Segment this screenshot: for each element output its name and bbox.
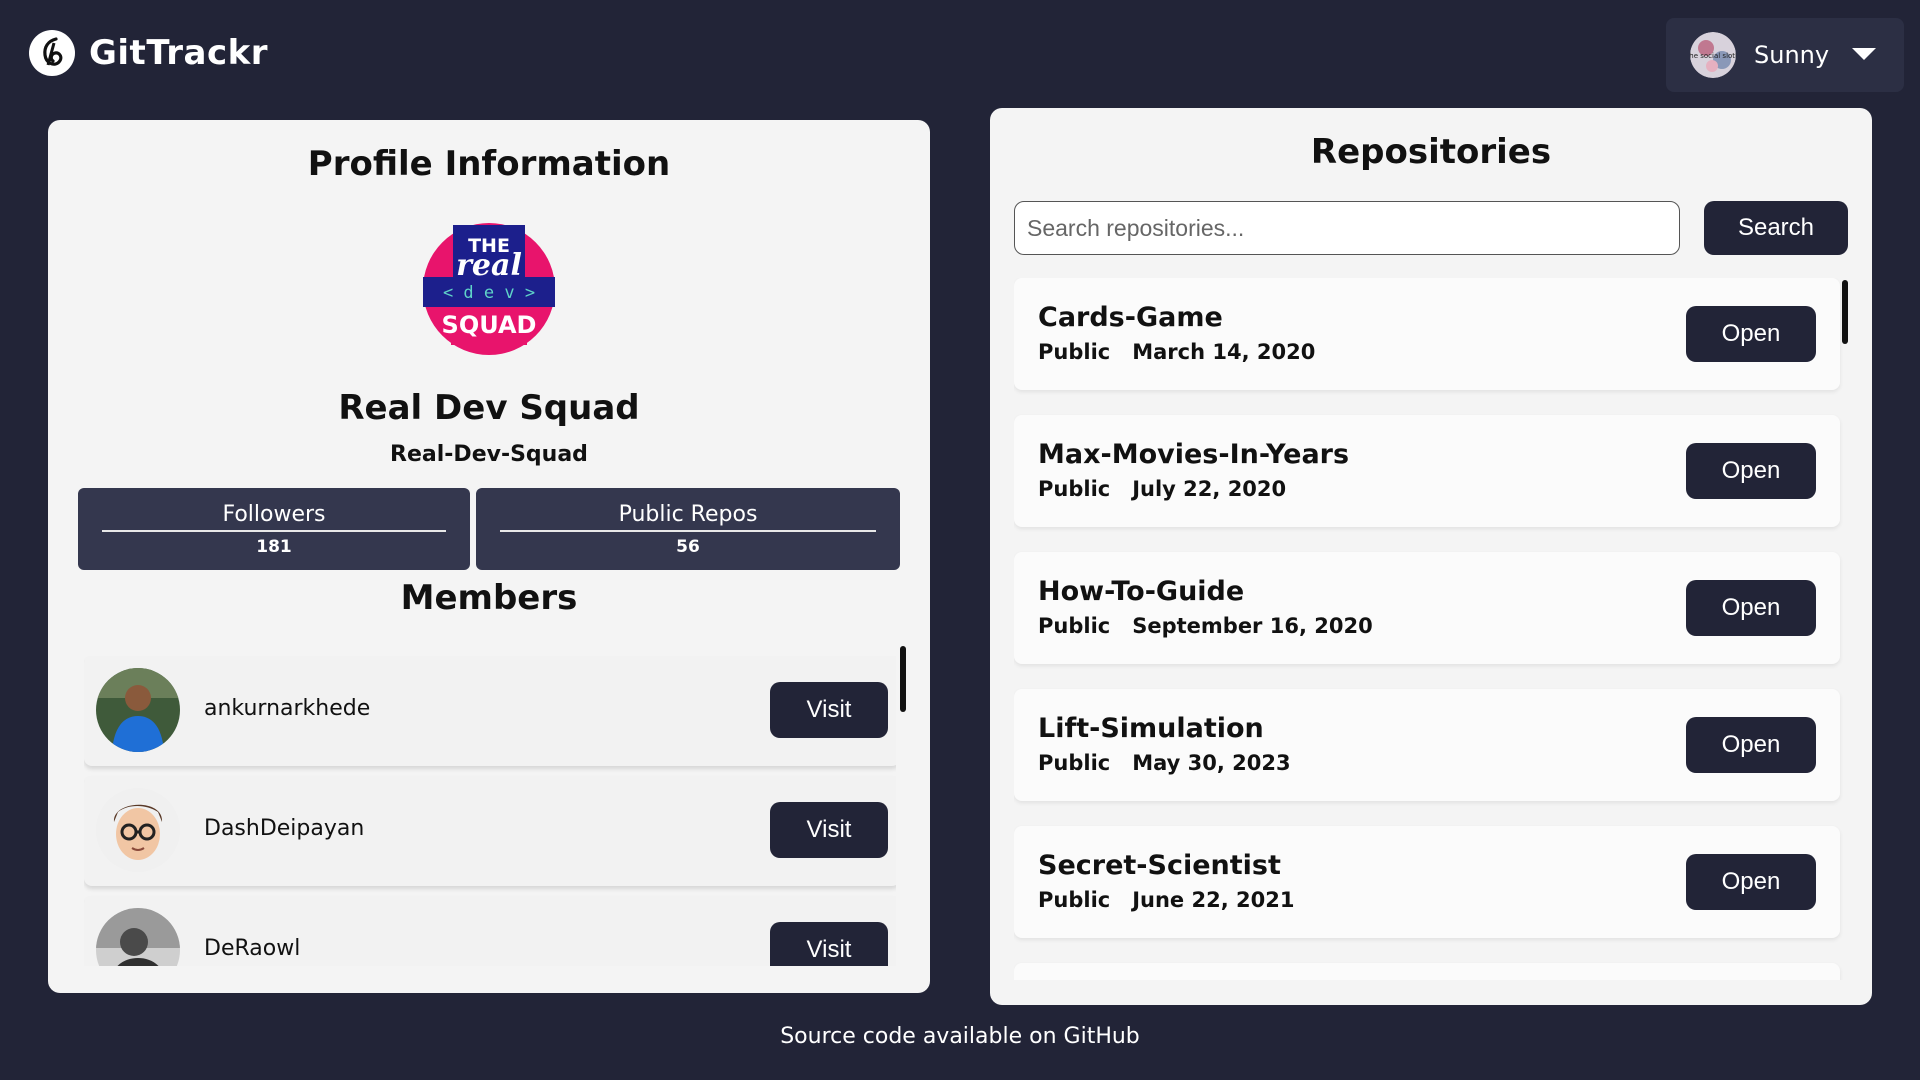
caret-down-icon[interactable] <box>1852 48 1876 60</box>
repo-visibility: Public <box>1038 751 1111 775</box>
footer-text: Source code available on <box>780 1024 1057 1049</box>
app-logo[interactable]: GitTrackr <box>29 30 268 76</box>
repo-name: How-To-Guide <box>1038 576 1245 607</box>
repo-card: Max-Movies-In-Years Public July 22, 2020 … <box>1014 415 1840 527</box>
repo-meta: Public September 16, 2020 <box>1038 614 1373 638</box>
repositories-title: Repositories <box>1310 132 1552 172</box>
members-list[interactable]: ankurnarkhede Visit DashDeipayan Visit D… <box>84 656 896 966</box>
user-name: Sunny <box>1754 41 1830 69</box>
repos-scrollbar[interactable] <box>1842 280 1848 344</box>
stat-divider <box>500 530 876 532</box>
svg-text:the social sloth: the social sloth <box>1690 52 1736 60</box>
open-button[interactable]: Open <box>1686 443 1816 499</box>
user-avatar: the social sloth <box>1690 32 1736 78</box>
followers-count: 181 <box>256 537 292 557</box>
repo-list[interactable]: Cards-Game Public March 14, 2020 Open Max… <box>1014 278 1848 980</box>
member-card: ankurnarkhede Visit <box>84 656 896 766</box>
member-avatar <box>96 788 180 872</box>
open-button[interactable]: Open <box>1686 580 1816 636</box>
visit-button[interactable]: Visit <box>770 682 888 738</box>
visit-button[interactable]: Visit <box>770 922 888 966</box>
svg-text:< d e v >: < d e v > <box>443 283 535 303</box>
repo-visibility: Public <box>1038 477 1111 501</box>
repositories-panel: Repositories Search Cards-Game Public Mar… <box>990 108 1872 1005</box>
members-title: Members <box>400 578 578 618</box>
repo-name: Cards-Game <box>1038 302 1223 333</box>
repo-visibility: Public <box>1038 340 1111 364</box>
org-login: Real-Dev-Squad <box>390 442 588 467</box>
org-logo: THE real < d e v > SQUAD <box>423 223 555 355</box>
repo-visibility: Public <box>1038 614 1111 638</box>
member-card: DeRaowl Visit <box>84 896 896 966</box>
svg-text:SQUAD: SQUAD <box>442 311 537 339</box>
repo-name: Secret-Scientist <box>1038 850 1281 881</box>
members-scrollbar[interactable] <box>900 646 906 712</box>
followers-label: Followers <box>222 502 326 527</box>
repo-name: Lift-Simulation <box>1038 713 1264 744</box>
public-repos-count: 56 <box>676 537 700 557</box>
member-name: DeRaowl <box>204 936 301 961</box>
member-name: ankurnarkhede <box>204 696 371 721</box>
github-link[interactable]: GitHub <box>1064 1024 1140 1049</box>
member-avatar <box>96 668 180 752</box>
visit-button[interactable]: Visit <box>770 802 888 858</box>
open-button[interactable]: Open <box>1686 306 1816 362</box>
app-name: GitTrackr <box>89 33 269 73</box>
open-button[interactable]: Open <box>1686 854 1816 910</box>
public-repos-label: Public Repos <box>618 502 758 527</box>
repo-card: Cards-Game Public March 14, 2020 Open <box>1014 278 1840 390</box>
github-icon <box>29 30 75 76</box>
repo-meta: Public May 30, 2023 <box>1038 751 1291 775</box>
member-card: DashDeipayan Visit <box>84 776 896 886</box>
member-name: DashDeipayan <box>204 816 365 841</box>
repo-meta: Public July 22, 2020 <box>1038 477 1286 501</box>
repo-date: March 14, 2020 <box>1132 340 1316 364</box>
org-name: Real Dev Squad <box>338 388 640 428</box>
repo-date: June 22, 2021 <box>1132 888 1295 912</box>
repo-search-input[interactable] <box>1014 201 1680 255</box>
footer: Source code available on GitHub <box>0 1024 1920 1049</box>
repo-card-partial <box>1014 963 1840 980</box>
repo-meta: Public June 22, 2021 <box>1038 888 1294 912</box>
repo-visibility: Public <box>1038 888 1111 912</box>
repo-date: July 22, 2020 <box>1132 477 1287 501</box>
open-button[interactable]: Open <box>1686 717 1816 773</box>
repo-date: September 16, 2020 <box>1132 614 1373 638</box>
followers-stat: Followers 181 <box>78 488 470 570</box>
repo-name: Max-Movies-In-Years <box>1038 439 1350 470</box>
svg-text:real: real <box>456 248 522 283</box>
member-avatar <box>96 908 180 966</box>
repo-card: How-To-Guide Public September 16, 2020 Op… <box>1014 552 1840 664</box>
public-repos-stat: Public Repos 56 <box>476 488 900 570</box>
repo-meta: Public March 14, 2020 <box>1038 340 1315 364</box>
profile-title: Profile Information <box>307 144 671 184</box>
search-button[interactable]: Search <box>1704 201 1848 255</box>
repo-card: Secret-Scientist Public June 22, 2021 Ope… <box>1014 826 1840 938</box>
repo-date: May 30, 2023 <box>1132 751 1291 775</box>
profile-panel: Profile Information THE real < d e v > S… <box>48 120 930 993</box>
repo-card: Lift-Simulation Public May 30, 2023 Open <box>1014 689 1840 801</box>
user-menu[interactable]: the social sloth Sunny <box>1666 18 1904 92</box>
stat-divider <box>102 530 446 532</box>
